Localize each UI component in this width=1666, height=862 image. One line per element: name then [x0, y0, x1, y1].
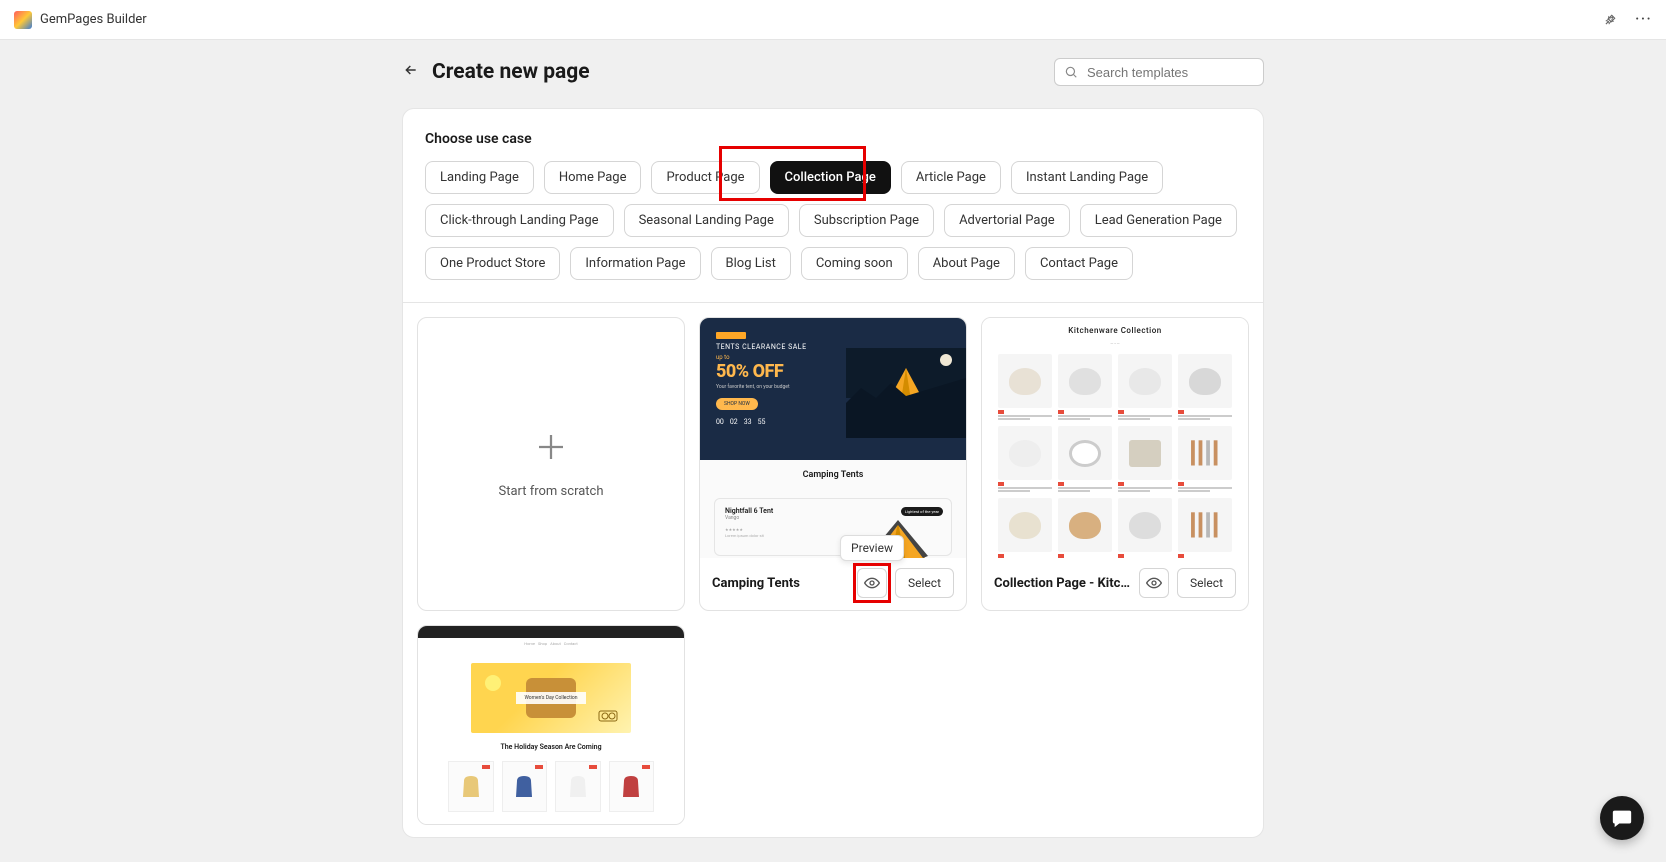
template-thumbnail[interactable]: Home Shop About Contact Women's Day Coll… — [418, 626, 684, 825]
template-thumbnail[interactable]: Kitchenware Collection — • — — [982, 318, 1248, 558]
thumb-product-item — [998, 426, 1052, 480]
thumb-text: Camping Tents — [714, 470, 952, 480]
chat-widget-button[interactable] — [1600, 796, 1644, 840]
preview-button[interactable]: Preview — [857, 568, 887, 598]
eye-icon — [1146, 575, 1162, 591]
preview-button[interactable] — [1139, 568, 1169, 598]
thumb-product-item — [448, 761, 494, 812]
thumb-product-item — [1178, 498, 1232, 552]
thumb-product-item — [555, 761, 601, 812]
thumb-text: 02 — [730, 418, 738, 426]
search-input[interactable] — [1054, 58, 1264, 86]
use-case-pill[interactable]: Information Page — [570, 247, 700, 280]
use-case-pill[interactable]: Seasonal Landing Page — [624, 204, 789, 237]
use-case-pill[interactable]: Contact Page — [1025, 247, 1133, 280]
eye-icon — [864, 575, 880, 591]
back-arrow-icon[interactable] — [402, 62, 420, 83]
search-icon — [1064, 65, 1078, 79]
app-name: GemPages Builder — [40, 12, 147, 27]
use-case-pill[interactable]: Coming soon — [801, 247, 908, 280]
thumb-text: The Holiday Season Are Coming — [418, 743, 684, 751]
thumb-product-item — [1058, 498, 1112, 552]
use-case-label: Choose use case — [425, 131, 1241, 147]
use-case-pill[interactable]: Article Page — [901, 161, 1001, 194]
thumb-product-item — [1118, 426, 1172, 480]
use-case-pill[interactable]: Advertorial Page — [944, 204, 1070, 237]
thumb-product-item — [1178, 354, 1232, 408]
thumb-product-item — [1118, 498, 1172, 552]
thumb-text: Kitchenware Collection — [982, 318, 1248, 341]
scratch-label: Start from scratch — [498, 484, 603, 499]
select-button[interactable]: Select — [1177, 568, 1236, 598]
use-case-pill[interactable]: Lead Generation Page — [1080, 204, 1237, 237]
thumb-text: 55 — [758, 418, 766, 426]
thumb-product-item — [1058, 354, 1112, 408]
app-top-bar: GemPages Builder ··· — [0, 0, 1666, 40]
pin-icon[interactable] — [1603, 13, 1617, 27]
tent-illustration-icon — [846, 348, 966, 438]
thumb-text: 33 — [744, 418, 752, 426]
thumb-product-item — [609, 761, 655, 812]
thumb-text: Lightest of the year — [901, 507, 943, 516]
use-case-pill[interactable]: Blog List — [711, 247, 791, 280]
thumb-text: SHOP NOW — [716, 398, 758, 410]
chat-icon — [1611, 807, 1633, 829]
use-case-pill[interactable]: About Page — [918, 247, 1015, 280]
use-case-pill[interactable]: One Product Store — [425, 247, 560, 280]
use-case-pill[interactable]: Click-through Landing Page — [425, 204, 614, 237]
preview-tooltip: Preview — [840, 535, 904, 561]
thumb-product-item — [998, 498, 1052, 552]
page-title: Create new page — [432, 60, 590, 84]
template-card-fashion: Home Shop About Contact Women's Day Coll… — [417, 625, 685, 825]
template-card-camping: TENTS CLEARANCE SALE up to 50% OFF Your … — [699, 317, 967, 611]
app-logo — [14, 11, 32, 29]
use-case-pill[interactable]: Instant Landing Page — [1011, 161, 1163, 194]
thumb-product-item — [1058, 426, 1112, 480]
plus-icon — [533, 429, 569, 472]
template-thumbnail[interactable]: TENTS CLEARANCE SALE up to 50% OFF Your … — [700, 318, 966, 558]
template-name: Camping Tents — [712, 576, 849, 591]
more-icon[interactable]: ··· — [1635, 11, 1652, 29]
content-card: Choose use case Landing PageHome PagePro… — [402, 108, 1264, 838]
use-case-pill[interactable]: Home Page — [544, 161, 642, 194]
thumb-product-item — [502, 761, 548, 812]
start-from-scratch-card[interactable]: Start from scratch — [417, 317, 685, 611]
template-card-kitchenware: Kitchenware Collection — • — Collection … — [981, 317, 1249, 611]
template-name: Collection Page - Kitchenware — [994, 576, 1131, 591]
thumb-text: Women's Day Collection — [516, 692, 585, 704]
thumb-product-item — [1118, 354, 1172, 408]
page-header: Create new page — [402, 58, 1264, 86]
use-case-pill[interactable]: Landing Page — [425, 161, 534, 194]
thumb-product-item — [998, 354, 1052, 408]
select-button[interactable]: Select — [895, 568, 954, 598]
thumb-text: 00 — [716, 418, 724, 426]
highlight-annotation — [719, 146, 866, 201]
thumb-product-item — [1178, 426, 1232, 480]
use-case-pill[interactable]: Subscription Page — [799, 204, 934, 237]
